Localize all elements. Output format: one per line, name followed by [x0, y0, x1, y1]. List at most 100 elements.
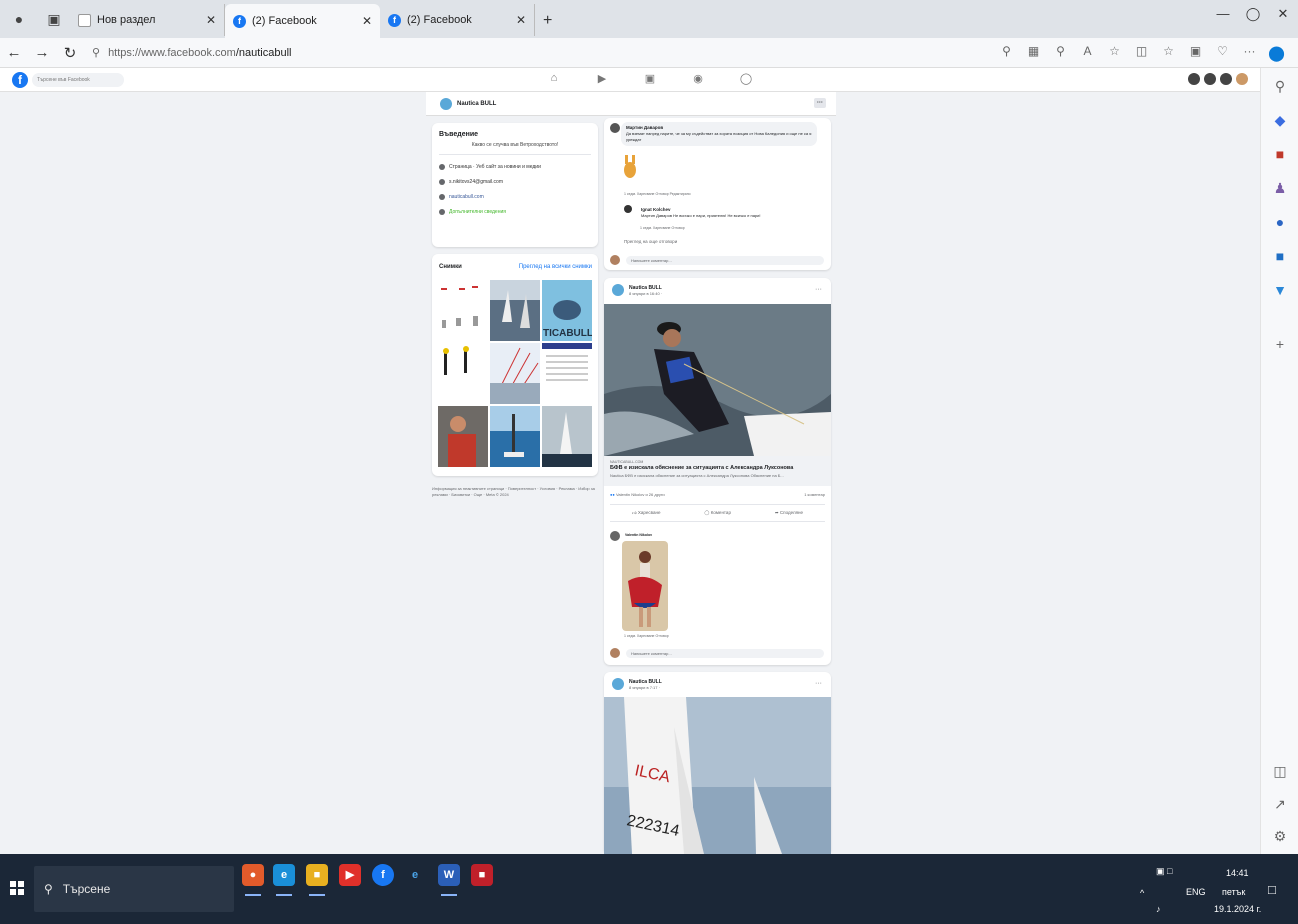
clock-time[interactable]: 14:41: [1226, 868, 1249, 878]
windows-start-icon[interactable]: [10, 881, 24, 895]
sidebar-settings-gear-icon[interactable]: ⚙: [1261, 828, 1298, 845]
page-avatar[interactable]: [612, 284, 624, 296]
intro-email[interactable]: s.nikitovs24@gmail.com: [439, 179, 598, 185]
favorites-icon[interactable]: ☆: [1155, 44, 1182, 62]
more-replies-link[interactable]: Преглед на още отговори: [624, 239, 677, 244]
post-author[interactable]: Nautica BULL: [629, 679, 662, 685]
gaming-icon[interactable]: ◯: [722, 72, 770, 85]
user-avatar[interactable]: [610, 648, 620, 658]
commenter-avatar[interactable]: [610, 531, 620, 541]
tab-actions-icon[interactable]: ▣: [43, 8, 65, 30]
pdf-reader-icon[interactable]: ■: [471, 864, 493, 886]
photo-thumbnail[interactable]: [542, 406, 592, 467]
add-sidebar-app-icon[interactable]: +: [1261, 336, 1298, 352]
minimize-icon[interactable]: —: [1208, 6, 1238, 22]
tab-facebook-active[interactable]: f (2) Facebook ✕: [225, 4, 380, 38]
address-bar[interactable]: ⚲ https://www.facebook.com/nauticabull: [92, 46, 292, 60]
post-image-sails[interactable]: ILCA 222314: [604, 697, 831, 854]
photo-thumbnail[interactable]: [438, 343, 488, 404]
account-avatar[interactable]: [1236, 73, 1248, 85]
write-comment-input[interactable]: Напишете коментар...: [626, 649, 824, 658]
comment-button[interactable]: ◯ Коментар: [704, 510, 731, 516]
marketplace-icon[interactable]: ▣: [626, 72, 674, 85]
photo-thumbnail[interactable]: [490, 343, 540, 404]
menu-grid-icon[interactable]: [1188, 73, 1200, 85]
more-options-button[interactable]: ···: [814, 98, 826, 108]
key-icon[interactable]: ⚲: [993, 44, 1020, 62]
new-tab-button[interactable]: +: [543, 12, 552, 30]
internet-explorer-icon[interactable]: e: [404, 864, 426, 886]
comment-meta[interactable]: 1 седм. Харесване Отговор Редактирано: [624, 192, 691, 196]
word-icon[interactable]: W: [438, 864, 460, 896]
like-button[interactable]: 👍︎ Харесване: [632, 510, 661, 516]
language-indicator[interactable]: ENG: [1186, 887, 1206, 897]
close-tab-icon[interactable]: ✕: [206, 13, 216, 27]
write-comment-input[interactable]: Напишете коментар...: [626, 256, 824, 265]
reactions-count[interactable]: ●● Valentin Nikolov и 26 други: [610, 492, 665, 497]
comment-gif-dancer[interactable]: [622, 541, 668, 631]
youtube-icon[interactable]: ▶: [339, 864, 361, 886]
tab-new-tab[interactable]: Нов раздел ✕: [70, 4, 225, 36]
link-preview[interactable]: NAUTICABULL.COM БФВ е изискала обяснение…: [604, 456, 831, 486]
notifications-icon[interactable]: □: [1268, 882, 1276, 897]
taskbar-search-box[interactable]: ⚲ Търсене: [34, 866, 234, 912]
microsoft365-icon[interactable]: ●: [1261, 214, 1298, 230]
tab-facebook[interactable]: f (2) Facebook ✕: [380, 4, 535, 36]
back-arrow-icon[interactable]: ←: [0, 44, 28, 61]
commenter-name[interactable]: Valentin Nikolov: [625, 533, 652, 537]
post-options-icon[interactable]: ···: [815, 680, 822, 687]
post-date[interactable]: 8 януари в 16:40 ·: [629, 291, 662, 296]
notifications-bell-icon[interactable]: [1220, 73, 1232, 85]
profile-icon[interactable]: ●: [8, 8, 30, 30]
see-all-photos-link[interactable]: Преглед на всички снимки: [519, 264, 592, 270]
photo-thumbnail[interactable]: [542, 343, 592, 404]
read-aloud-icon[interactable]: A: [1074, 44, 1101, 62]
outlook-icon[interactable]: ■: [1261, 248, 1298, 264]
maximize-icon[interactable]: ◯: [1238, 6, 1268, 22]
facebook-search-input[interactable]: Търсене във Facebook: [32, 73, 124, 87]
photo-thumbnail[interactable]: [438, 406, 488, 467]
tools-briefcase-icon[interactable]: ■: [1261, 146, 1298, 162]
post-options-icon[interactable]: ···: [815, 286, 822, 293]
file-explorer-icon[interactable]: ■: [306, 864, 328, 896]
intro-more-info-link[interactable]: Допълнителни сведения: [439, 209, 598, 215]
facebook-app-icon[interactable]: f: [372, 864, 394, 886]
tray-app-icon[interactable]: ▣ □: [1156, 866, 1172, 877]
chrome-icon[interactable]: ●: [242, 864, 264, 896]
facebook-logo-icon[interactable]: f: [12, 72, 28, 88]
page-name[interactable]: Nautica BULL: [457, 101, 496, 107]
close-window-icon[interactable]: ✕: [1268, 6, 1298, 22]
shopping-tag-icon[interactable]: ◆: [1261, 112, 1298, 129]
copilot-icon[interactable]: ⬤: [1263, 44, 1290, 62]
close-tab-icon[interactable]: ✕: [516, 13, 526, 27]
page-avatar[interactable]: [440, 97, 452, 110]
home-icon[interactable]: ⌂: [530, 72, 578, 85]
collections-icon[interactable]: ▣: [1182, 44, 1209, 62]
page-avatar[interactable]: [612, 678, 624, 690]
zoom-icon[interactable]: ⚲: [1047, 44, 1074, 62]
comments-count[interactable]: 1 коментар: [804, 492, 825, 497]
reply-avatar[interactable]: [624, 205, 632, 213]
apps-icon[interactable]: ▦: [1020, 44, 1047, 62]
user-avatar[interactable]: [610, 255, 620, 265]
reply-meta[interactable]: 1 седм. Харесване Отговор: [640, 226, 685, 230]
photo-thumbnail[interactable]: TICABULL: [542, 280, 592, 341]
share-button[interactable]: ➦ Споделяне: [775, 510, 803, 516]
favorite-star-icon[interactable]: ☆: [1101, 44, 1128, 62]
link-title[interactable]: БФВ е изискала обяснение за ситуацията с…: [610, 465, 825, 471]
video-icon[interactable]: ▶: [578, 72, 626, 85]
photo-thumbnail[interactable]: [438, 280, 488, 341]
search-icon[interactable]: ⚲: [1261, 78, 1298, 95]
external-link-icon[interactable]: ↗: [1261, 796, 1298, 813]
browser-essentials-icon[interactable]: ♡: [1209, 44, 1236, 62]
close-tab-icon[interactable]: ✕: [362, 14, 372, 28]
post-author[interactable]: Nautica BULL: [629, 285, 662, 291]
lock-icon[interactable]: ⚲: [92, 46, 100, 59]
games-icon[interactable]: ♟: [1261, 180, 1298, 197]
photo-thumbnail[interactable]: [490, 280, 540, 341]
clock-date[interactable]: 19.1.2024 г.: [1214, 904, 1261, 914]
post-date[interactable]: 8 януари в 7:17 ·: [629, 685, 662, 690]
clock-day[interactable]: петък: [1222, 887, 1245, 897]
messenger-icon[interactable]: [1204, 73, 1216, 85]
designer-icon[interactable]: ▼: [1261, 282, 1298, 298]
